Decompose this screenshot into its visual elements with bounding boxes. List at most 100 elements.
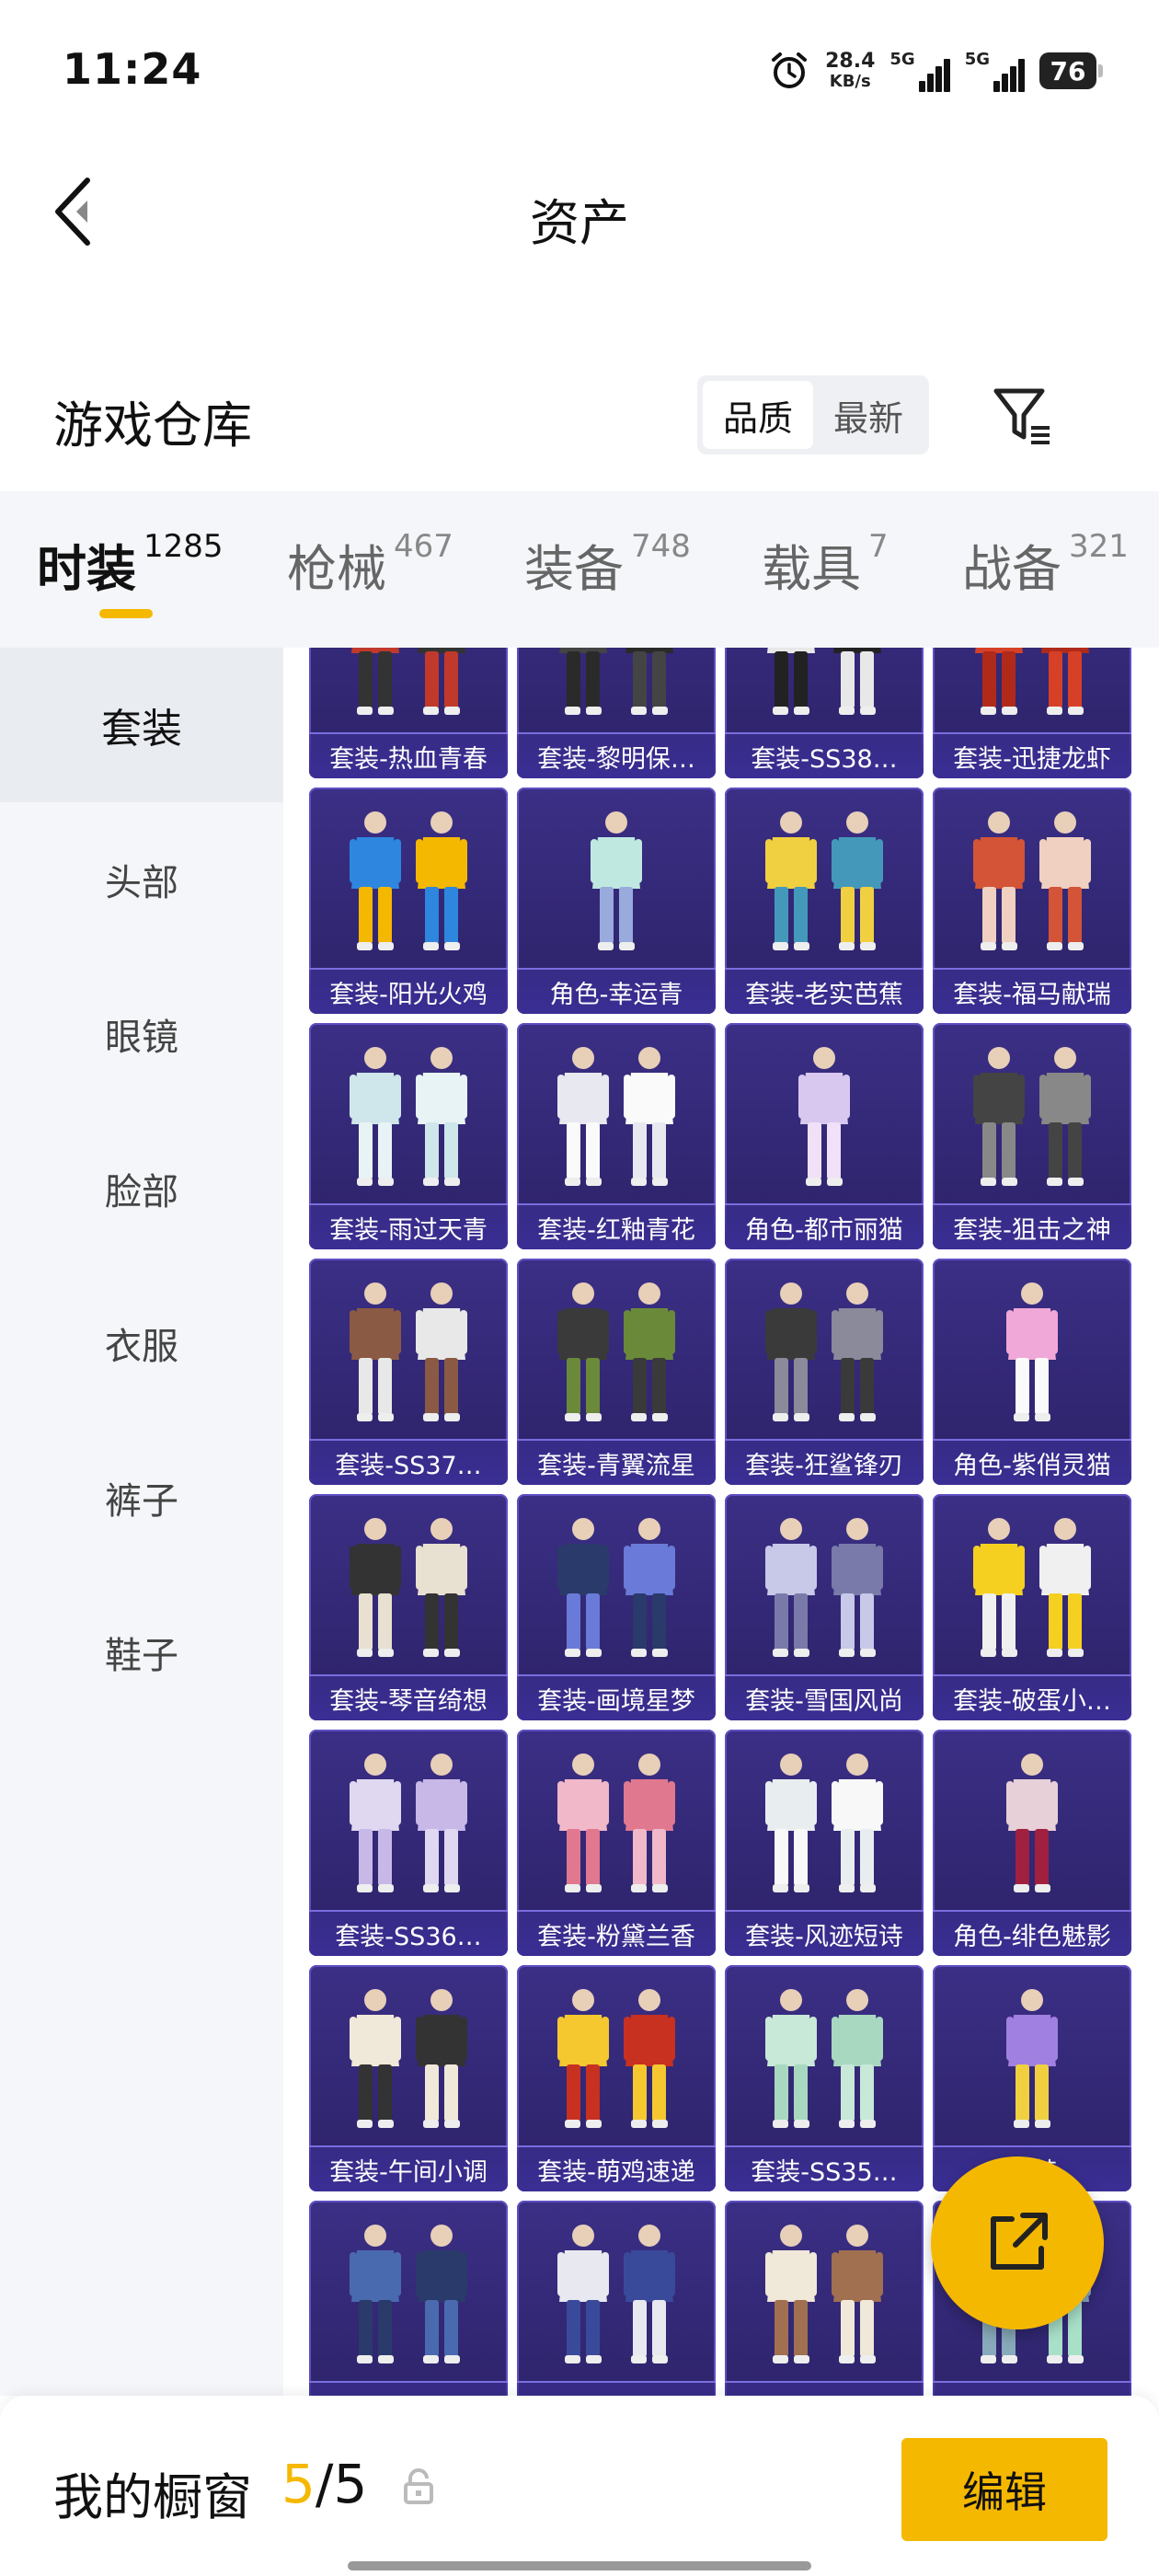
item-card[interactable]: 套装-雨过天青 <box>309 1023 508 1249</box>
item-label: 套装-雪国风尚 <box>725 1674 924 1720</box>
tab-guns[interactable]: 枪械 467 <box>287 528 453 601</box>
item-card[interactable]: 套装-SS38… <box>725 648 924 778</box>
outfit-preview-image <box>765 1518 883 1657</box>
item-card[interactable]: 角色-紫俏灵猫 <box>933 1259 1131 1485</box>
battery-icon: 76 <box>1039 52 1103 89</box>
outfit-preview-image <box>350 1047 467 1186</box>
showcase-current: 5 <box>281 2453 316 2515</box>
tab-count: 467 <box>394 528 453 565</box>
tab-combat-supplies[interactable]: 战备 321 <box>962 528 1129 601</box>
item-card[interactable]: 套装-热血青春 <box>309 648 508 778</box>
item-card[interactable]: 套装-SS37… <box>309 1259 508 1485</box>
sidebar-item-clothes[interactable]: 衣服 <box>0 1266 283 1420</box>
item-grid: 套装-热血青春 套装-黎明保… 套装-SS38… 套装-迅捷龙虾套装-阳光火鸡 角色-幸… <box>309 648 1137 2396</box>
sidebar-item-pants[interactable]: 裤子 <box>0 1420 283 1575</box>
item-label: 套装-午间小调 <box>309 2145 508 2191</box>
item-label: 套装-福马献瑞 <box>933 968 1131 1014</box>
outfit-preview-image <box>557 1754 675 1892</box>
outfit-preview-image <box>350 1754 467 1892</box>
outfit-preview-image <box>973 1518 1091 1657</box>
item-card[interactable]: 套装-红釉青花 <box>517 1023 716 1249</box>
home-indicator[interactable] <box>348 2561 811 2570</box>
network-speed-value: 28.4 <box>825 50 876 73</box>
item-card[interactable]: 套装-狙击之神 <box>933 1023 1131 1249</box>
item-card[interactable]: 套装-福马献瑞 <box>933 788 1131 1014</box>
item-card[interactable]: 套装-阳光火鸡 <box>309 788 508 1014</box>
sidebar-item-shoes[interactable]: 鞋子 <box>0 1575 283 1730</box>
tab-equipment[interactable]: 装备 748 <box>524 528 691 601</box>
edit-button[interactable]: 编辑 <box>901 2438 1107 2541</box>
item-label: 套装-热血青春 <box>309 732 508 778</box>
filter-button[interactable] <box>986 379 1060 453</box>
item-card[interactable]: 套装-画境星梦 <box>517 1494 716 1720</box>
sort-option-newest[interactable]: 最新 <box>813 381 924 449</box>
category-tabs: 时装 1285 枪械 467 装备 748 载具 7 战备 321 <box>0 491 1159 648</box>
network-speed-unit: KB/s <box>829 72 871 91</box>
item-label: 套装-迅捷龙虾 <box>933 732 1131 778</box>
outfit-preview-image <box>1006 1989 1058 2128</box>
item-card[interactable]: 套装-雪国风尚 <box>725 1494 924 1720</box>
item-label: 套装-SS38… <box>725 732 924 778</box>
outfit-preview-image <box>350 1989 467 2128</box>
status-time: 11:24 <box>63 44 202 94</box>
showcase-total: 5 <box>333 2453 368 2515</box>
sort-option-quality[interactable]: 品质 <box>703 381 813 449</box>
item-card[interactable]: 套装-粉黛兰香 <box>517 1730 716 1956</box>
item-card[interactable]: 套装-午间小调 <box>309 1965 508 2191</box>
item-card[interactable]: 角色-幸运青 <box>517 788 716 1014</box>
item-label: 套装-画境星梦 <box>517 1674 716 1720</box>
outfit-preview-image <box>765 1989 883 2128</box>
item-card[interactable] <box>517 2201 716 2396</box>
item-label: 套装-粉黛兰香 <box>517 1910 716 1956</box>
tab-label: 枪械 <box>287 540 386 598</box>
sidebar-item-face[interactable]: 脸部 <box>0 1111 283 1266</box>
item-card[interactable]: 角色-绯色魅影 <box>933 1730 1131 1956</box>
sort-toggle: 品质 最新 <box>697 375 929 454</box>
item-card[interactable]: 套装-风迹短诗 <box>725 1730 924 1956</box>
outfit-preview-image <box>557 1989 675 2128</box>
item-label: 套装-老实芭蕉 <box>725 968 924 1014</box>
tab-fashion[interactable]: 时装 1285 <box>37 528 224 601</box>
share-external-icon <box>991 2213 1048 2270</box>
tab-vehicles[interactable]: 载具 7 <box>762 528 889 601</box>
item-card[interactable]: 角色-都市丽猫 <box>725 1023 924 1249</box>
item-card[interactable]: 套装-黎明保… <box>517 648 716 778</box>
alarm-icon <box>772 52 808 88</box>
item-label: 套装-琴音绮想 <box>309 1674 508 1720</box>
active-tab-indicator <box>99 609 153 618</box>
item-label: 套装-萌鸡速递 <box>517 2145 716 2191</box>
tab-count: 748 <box>631 528 691 565</box>
item-card[interactable]: 套装-破蛋小… <box>933 1494 1131 1720</box>
sidebar-item-glasses[interactable]: 眼镜 <box>0 957 283 1111</box>
share-fab-button[interactable] <box>931 2156 1104 2329</box>
section-title: 游戏仓库 <box>53 397 252 454</box>
sidebar-item-outfit[interactable]: 套装 <box>0 648 283 802</box>
item-card[interactable]: 套装-萌鸡速递 <box>517 1965 716 2191</box>
item-label: 套装-阳光火鸡 <box>309 968 508 1014</box>
item-card[interactable]: 套装-老实芭蕉 <box>725 788 924 1014</box>
outfit-preview-image <box>591 811 642 950</box>
status-bar: 11:24 28.4 KB/s 5G 5G 76 <box>0 0 1159 138</box>
header: 资产 <box>0 138 1159 285</box>
signal-sim2-icon: 5G <box>965 50 1025 92</box>
showcase-separator: / <box>315 2453 334 2515</box>
item-card[interactable] <box>309 2201 508 2396</box>
outfit-preview-image <box>350 1282 467 1421</box>
item-card[interactable]: 套装-狂鲨锋刃 <box>725 1259 924 1485</box>
warehouse-section-header: 游戏仓库 品质 最新 <box>0 359 1159 478</box>
item-card[interactable]: 套装-SS35… <box>725 1965 924 2191</box>
item-label <box>933 2381 1131 2396</box>
outfit-preview-image <box>557 2225 675 2363</box>
item-card[interactable]: 套装-青翼流星 <box>517 1259 716 1485</box>
showcase-count: 5/5 <box>281 2453 367 2515</box>
tab-label: 载具 <box>762 540 861 598</box>
item-card[interactable] <box>725 2201 924 2396</box>
outfit-preview-image <box>975 648 1089 715</box>
outfit-preview-image <box>350 1518 467 1657</box>
outfit-preview-image <box>1006 1282 1058 1421</box>
item-label <box>309 2381 508 2396</box>
sidebar-item-head[interactable]: 头部 <box>0 802 283 957</box>
item-card[interactable]: 套装-迅捷龙虾 <box>933 648 1131 778</box>
item-card[interactable]: 套装-琴音绮想 <box>309 1494 508 1720</box>
item-card[interactable]: 套装-SS36… <box>309 1730 508 1956</box>
